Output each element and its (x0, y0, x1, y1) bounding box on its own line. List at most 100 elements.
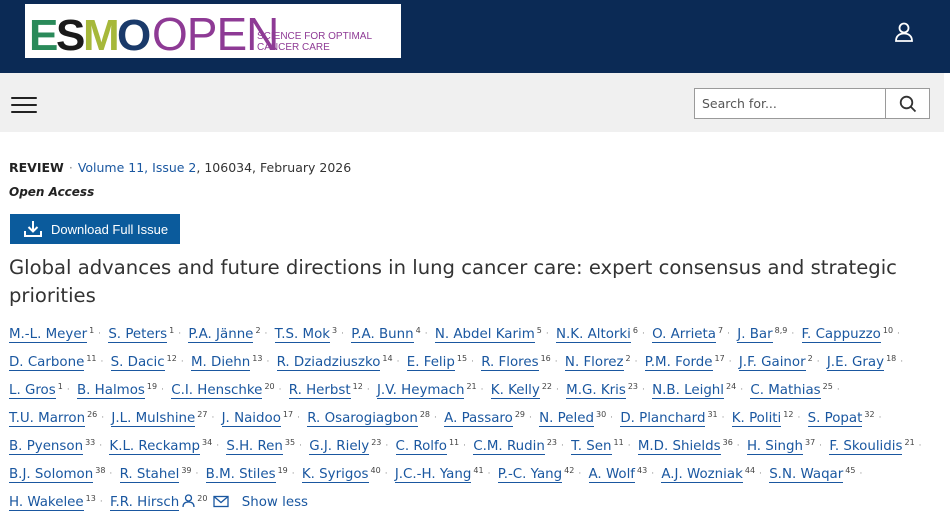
affiliation-number[interactable]: 13 (252, 354, 262, 363)
author-name-link[interactable]: J. Bar (737, 327, 773, 343)
author-name-link[interactable]: N.B. Leighl (652, 383, 725, 399)
author-name-link[interactable]: L. Gros (9, 383, 56, 399)
author-name-link[interactable]: S.H. Ren (226, 439, 283, 455)
affiliation-number[interactable]: 18 (886, 354, 896, 363)
author-name-link[interactable]: T. Sen (571, 439, 612, 455)
author-name-link[interactable]: R. Osarogiagbon (307, 411, 418, 427)
author-name-link[interactable]: K. Kelly (490, 383, 540, 399)
affiliation-number[interactable]: 15 (457, 354, 467, 363)
affiliation-number[interactable]: 30 (596, 410, 606, 419)
author-name-link[interactable]: R. Stahel (119, 467, 180, 483)
affiliation-number[interactable]: 13 (86, 494, 96, 503)
affiliation-number[interactable]: 41 (473, 466, 483, 475)
affiliation-number[interactable]: 23 (628, 382, 638, 391)
affiliation-number[interactable]: 42 (564, 466, 574, 475)
author-name-link[interactable]: F. Cappuzzo (801, 327, 881, 343)
author-name-link[interactable]: A.J. Wozniak (661, 467, 743, 483)
author-name-link[interactable]: P.A. Bunn (351, 327, 414, 343)
volume-issue-link[interactable]: Volume 11, Issue 2 (78, 160, 197, 175)
affiliation-number[interactable]: 12 (167, 354, 177, 363)
author-name-link[interactable]: K. Syrigos (301, 467, 369, 483)
author-name-link[interactable]: M.D. Shields (637, 439, 721, 455)
affiliation-number[interactable]: 19 (278, 466, 288, 475)
user-icon[interactable] (893, 21, 915, 43)
affiliation-number[interactable]: 38 (95, 466, 105, 475)
author-name-link[interactable]: K.L. Reckamp (109, 439, 201, 455)
affiliation-number[interactable]: 7 (718, 326, 723, 335)
author-name-link[interactable]: N. Abdel Karim (434, 327, 535, 343)
affiliation-number[interactable]: 45 (845, 466, 855, 475)
affiliation-number[interactable]: 26 (87, 410, 97, 419)
affiliation-number[interactable]: 2 (808, 354, 813, 363)
affiliation-number[interactable]: 28 (420, 410, 430, 419)
affiliation-number[interactable]: 2 (626, 354, 631, 363)
author-name-link[interactable]: S. Popat (807, 411, 863, 427)
scrollbar[interactable] (944, 73, 950, 487)
author-name-link[interactable]: P.A. Jänne (188, 327, 254, 343)
author-name-link[interactable]: D. Planchard (620, 411, 706, 427)
author-name-link[interactable]: M.G. Kris (566, 383, 626, 399)
author-name-link[interactable]: J.V. Heymach (376, 383, 465, 399)
affiliation-number[interactable]: 1 (58, 382, 63, 391)
affiliation-number[interactable]: 20 (264, 382, 274, 391)
esmo-open-logo[interactable]: E S M O OPEN SCIENCE FOR OPTIMAL CANCER … (25, 4, 401, 58)
email-icon[interactable] (213, 495, 230, 508)
author-name-link[interactable]: H. Singh (746, 439, 803, 455)
affiliation-number[interactable]: 8,9 (775, 326, 788, 335)
author-name-link[interactable]: A. Passaro (444, 411, 513, 427)
author-name-link[interactable]: J.F. Gainor (738, 355, 806, 371)
author-name-link[interactable]: C. Rolfo (395, 439, 447, 455)
author-name-link[interactable]: S. Dacic (110, 355, 165, 371)
affiliation-number[interactable]: 1 (89, 326, 94, 335)
affiliation-number[interactable]: 11 (86, 354, 96, 363)
affiliation-number[interactable]: 24 (726, 382, 736, 391)
affiliation-number[interactable]: 44 (745, 466, 755, 475)
author-name-link[interactable]: F.R. Hirsch (109, 495, 180, 511)
affiliation-number[interactable]: 22 (542, 382, 552, 391)
affiliation-number[interactable]: 31 (707, 410, 717, 419)
affiliation-number[interactable]: 11 (614, 438, 624, 447)
author-name-link[interactable]: P.M. Forde (644, 355, 713, 371)
author-name-link[interactable]: D. Carbone (9, 355, 85, 371)
author-name-link[interactable]: T.S. Mok (274, 327, 331, 343)
author-name-link[interactable]: K. Politi (731, 411, 782, 427)
affiliation-number[interactable]: 6 (633, 326, 638, 335)
affiliation-number[interactable]: 10 (883, 326, 893, 335)
author-name-link[interactable]: J.E. Gray (826, 355, 885, 371)
affiliation-number[interactable]: 33 (85, 438, 95, 447)
affiliation-number[interactable]: 29 (515, 410, 525, 419)
affiliation-number[interactable]: 27 (197, 410, 207, 419)
affiliation-number[interactable]: 11 (449, 438, 459, 447)
download-full-issue-button[interactable]: Download Full Issue (10, 214, 180, 244)
author-name-link[interactable]: M. Diehn (190, 355, 251, 371)
affiliation-number[interactable]: 32 (864, 410, 874, 419)
affiliation-number[interactable]: 34 (202, 438, 212, 447)
author-name-link[interactable]: N. Florez (564, 355, 624, 371)
author-name-link[interactable]: J. Naidoo (221, 411, 281, 427)
affiliation-number[interactable]: 1 (169, 326, 174, 335)
author-name-link[interactable]: S. Peters (108, 327, 168, 343)
affiliation-number[interactable]: 21 (466, 382, 476, 391)
affiliation-number[interactable]: 39 (181, 466, 191, 475)
author-name-link[interactable]: B.M. Stiles (205, 467, 276, 483)
author-name-link[interactable]: N.K. Altorki (556, 327, 631, 343)
affiliation-number[interactable]: 23 (547, 438, 557, 447)
search-input[interactable] (695, 89, 885, 118)
affiliation-number[interactable]: 25 (823, 382, 833, 391)
affiliation-number[interactable]: 23 (371, 438, 381, 447)
author-name-link[interactable]: H. Wakelee (9, 495, 84, 511)
corresponding-author-icon[interactable] (182, 494, 195, 508)
author-name-link[interactable]: R. Dziadziuszko (276, 355, 381, 371)
author-name-link[interactable]: A. Wolf (588, 467, 636, 483)
author-name-link[interactable]: T.U. Marron (9, 411, 86, 427)
affiliation-number[interactable]: 17 (715, 354, 725, 363)
affiliation-number[interactable]: 2 (255, 326, 260, 335)
affiliation-number[interactable]: 19 (147, 382, 157, 391)
search-button[interactable] (885, 89, 929, 118)
author-name-link[interactable]: E. Felip (406, 355, 455, 371)
affiliation-number[interactable]: 3 (332, 326, 337, 335)
affiliation-number[interactable]: 21 (904, 438, 914, 447)
affiliation-number[interactable]: 36 (723, 438, 733, 447)
author-name-link[interactable]: J.L. Mulshine (111, 411, 196, 427)
author-name-link[interactable]: C. Mathias (750, 383, 821, 399)
